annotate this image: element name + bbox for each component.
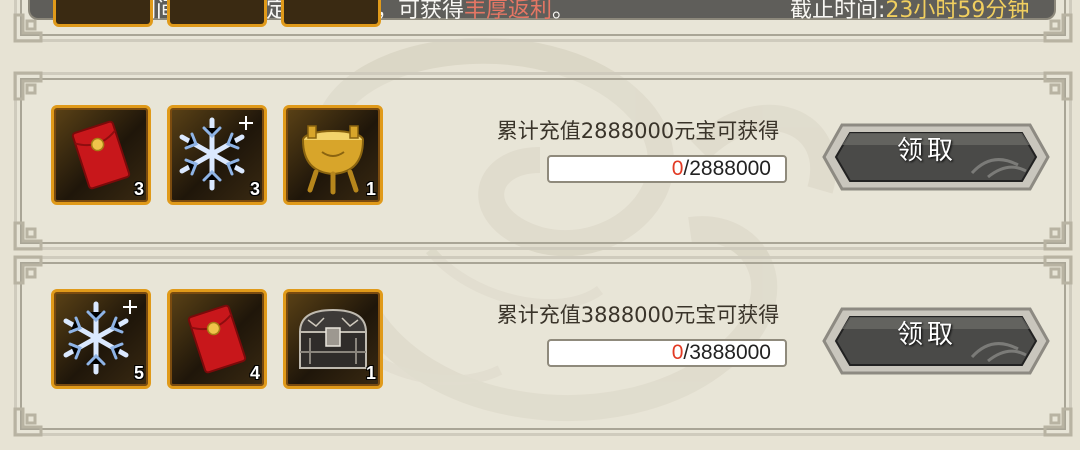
recharge-requirement-text: 累计充值2888000元宝可获得 [496,119,780,143]
reward-item-snowflake[interactable]: 5 [51,289,151,389]
item-quantity: 3 [249,179,260,199]
corner-ornament [13,221,43,251]
corner-ornament [1043,13,1073,43]
claim-button-label: 领取 [896,136,957,166]
corner-ornament [1043,221,1073,251]
reward-item-snowflake[interactable]: 3 [167,105,267,205]
item-quantity: 3 [133,179,144,199]
corner-ornament [1043,255,1073,285]
progress-target: 2888000 [689,157,771,180]
corner-ornament [13,255,43,285]
item-quantity: 1 [365,363,376,383]
claim-button[interactable]: 领取 [812,121,1060,193]
corner-ornament [13,13,43,43]
reward-row-previous [13,0,1073,43]
claim-button-label: 领取 [896,320,957,350]
reward-item-golden-cauldron[interactable]: 1 [283,105,383,205]
corner-ornament [1043,407,1073,437]
corner-ornament [13,407,43,437]
progress-current: 0 [671,157,684,180]
reward-item-red-envelope[interactable]: 3 [51,105,151,205]
recharge-progress-field: 0/2888000 [547,155,787,183]
reward-item-slot[interactable] [53,0,153,27]
item-quantity: 4 [249,363,260,383]
recharge-requirement-text: 累计充值3888000元宝可获得 [496,303,780,327]
progress-target: 3888000 [689,341,771,364]
progress-current: 0 [671,341,684,364]
recharge-progress-field: 0/3888000 [547,339,787,367]
reward-row: 3 3 1 累计充值2888000元宝可获得 0 / 2888000 领取 [13,71,1073,251]
reward-item-slot[interactable] [167,0,267,27]
corner-ornament [13,71,43,101]
item-quantity: 5 [133,363,144,383]
reward-item-slot[interactable] [281,0,381,27]
reward-row: 5 4 1 累计充值3888000元宝可获得 0/3888000 领取 [13,255,1073,437]
corner-ornament [1043,71,1073,101]
claim-button[interactable]: 领取 [812,305,1060,377]
item-quantity: 1 [365,179,376,199]
reward-item-treasure-chest[interactable]: 1 [283,289,383,389]
reward-item-red-envelope[interactable]: 4 [167,289,267,389]
